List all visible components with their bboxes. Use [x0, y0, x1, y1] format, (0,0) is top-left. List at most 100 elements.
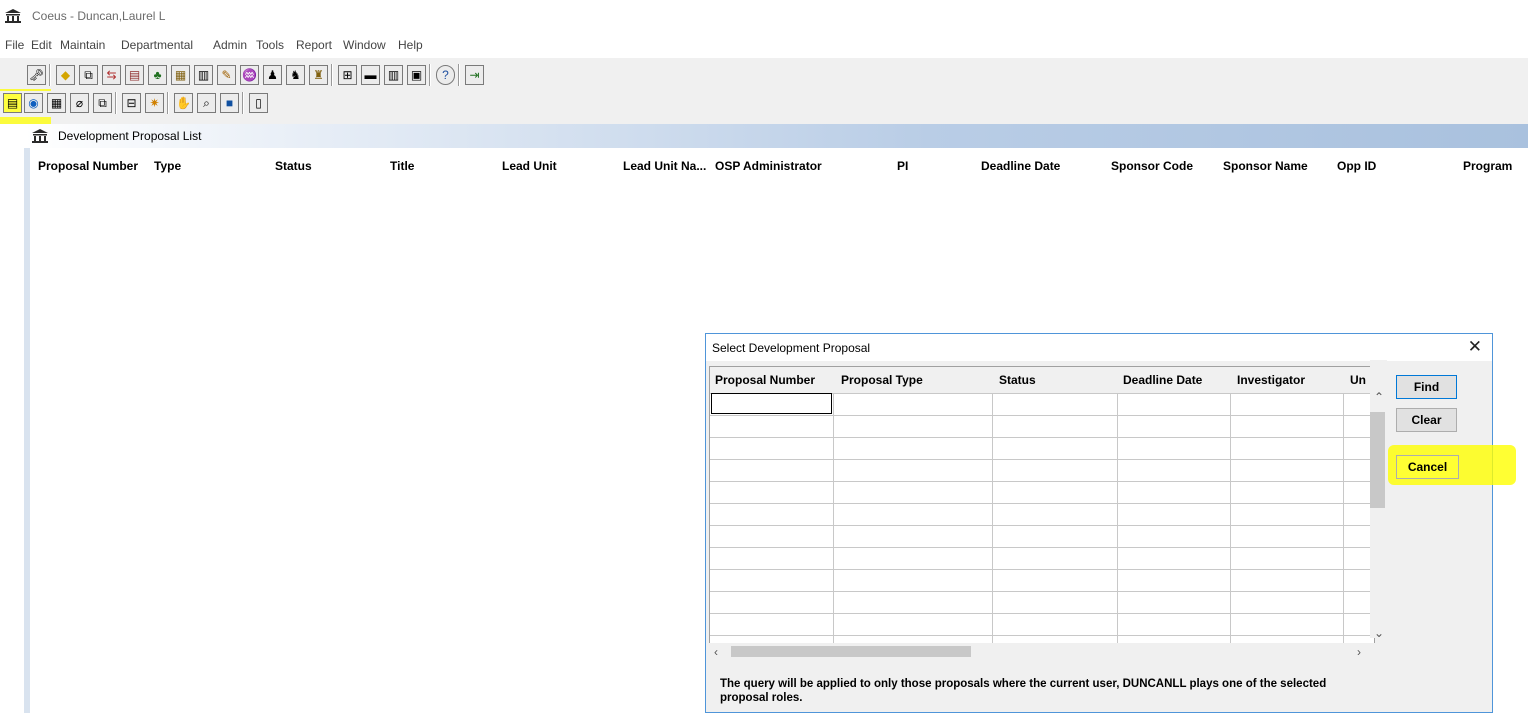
column-title[interactable]: Title	[390, 159, 414, 173]
proposal-list-titlebar: Development Proposal List	[24, 124, 1528, 148]
grid-row[interactable]	[710, 503, 1370, 525]
toolbar-button-4[interactable]: ⇆	[102, 65, 121, 85]
exit-icon[interactable]: ⇥	[465, 65, 484, 85]
close-window-icon[interactable]: ▯	[249, 93, 268, 113]
scroll-right-icon[interactable]: ›	[1357, 645, 1361, 659]
proposal-list-title: Development Proposal List	[58, 129, 202, 143]
scroll-up-icon[interactable]: ⌃	[1374, 390, 1384, 404]
menu-report[interactable]: Report	[296, 38, 332, 52]
menu-departmental[interactable]: Departmental	[121, 38, 193, 52]
toolbar-button-12[interactable]: ♞	[286, 65, 305, 85]
horizontal-scroll-thumb[interactable]	[731, 646, 971, 657]
grid-row[interactable]	[710, 547, 1370, 569]
menu-edit[interactable]: Edit	[31, 38, 52, 52]
toolbar-button-10[interactable]: ♒	[240, 65, 259, 85]
toolbar-separator	[458, 64, 460, 86]
grid-row[interactable]	[710, 459, 1370, 481]
toolbar-button-2[interactable]: ◆	[56, 65, 75, 85]
toolbar-button-7[interactable]: ▦	[171, 65, 190, 85]
toolbar-separator	[167, 92, 169, 114]
grid-row[interactable]	[710, 613, 1370, 635]
close-icon[interactable]: ✕	[1468, 337, 1482, 357]
grid-column-deadline-date: Deadline Date	[1123, 373, 1203, 387]
grid-row[interactable]	[710, 481, 1370, 503]
select-proposal-dialog: Select Development Proposal ✕ Proposal N…	[705, 333, 1493, 713]
menu-maintain[interactable]: Maintain	[60, 38, 105, 52]
dialog-titlebar: Select Development Proposal ✕	[706, 334, 1492, 361]
toolbar-button-16[interactable]: ▥	[384, 65, 403, 85]
copy-icon[interactable]: ⧉	[93, 93, 112, 113]
display-icon[interactable]: ▦	[47, 93, 66, 113]
menu-tools[interactable]: Tools	[256, 38, 284, 52]
grid-column-proposal-number: Proposal Number	[715, 373, 816, 387]
window-titlebar: Coeus - Duncan,Laurel L	[0, 0, 1528, 34]
toolbar-button-8[interactable]: ▥	[194, 65, 213, 85]
grid-column-unit: Un	[1350, 373, 1366, 387]
eraser-icon[interactable]: ⌀	[70, 93, 89, 113]
secondary-toolbar: ▤ ◉ ▦ ⌀ ⧉ ⊟ ✷ ✋ ⌕ ■ ▯	[0, 91, 1528, 117]
proposal-number-input[interactable]	[711, 393, 832, 414]
toolbar-button-14[interactable]: ⊞	[338, 65, 357, 85]
horizontal-scrollbar[interactable]: ‹ ›	[709, 643, 1375, 660]
grid-column-proposal-type: Proposal Type	[841, 373, 923, 387]
menu-window[interactable]: Window	[343, 38, 386, 52]
clear-button[interactable]: Clear	[1396, 408, 1457, 432]
toolbar-separator	[331, 64, 333, 86]
search-icon[interactable]: ⌕	[197, 93, 216, 113]
grid-row[interactable]	[710, 415, 1370, 437]
toolbar-separator	[429, 64, 431, 86]
scroll-left-icon[interactable]: ‹	[714, 645, 718, 659]
window-title: Coeus - Duncan,Laurel L	[32, 9, 166, 23]
menu-admin[interactable]: Admin	[213, 38, 247, 52]
column-pi[interactable]: PI	[897, 159, 908, 173]
find-button[interactable]: Find	[1396, 375, 1457, 399]
column-status[interactable]: Status	[275, 159, 312, 173]
toolbar-button-15[interactable]: ▬	[361, 65, 380, 85]
save-icon[interactable]: ■	[220, 93, 239, 113]
query-notice: The query will be applied to only those …	[720, 678, 1327, 704]
attachment-icon[interactable]: ✋	[174, 93, 193, 113]
grid-row[interactable]	[710, 437, 1370, 459]
approve-icon[interactable]: ✷	[145, 93, 164, 113]
column-sponsor-name[interactable]: Sponsor Name	[1223, 159, 1308, 173]
help-icon[interactable]: ?	[436, 65, 455, 85]
search-criteria-grid: Proposal Number Proposal Type Status Dea…	[709, 366, 1375, 644]
cancel-button[interactable]: Cancel	[1396, 455, 1459, 479]
toolbar-button-3[interactable]: ⧉	[79, 65, 98, 85]
column-lead-unit[interactable]: Lead Unit	[502, 159, 557, 173]
column-type[interactable]: Type	[154, 159, 181, 173]
menu-file[interactable]: File	[5, 38, 24, 52]
proposal-list-header: Proposal Number Type Status Title Lead U…	[30, 150, 1528, 180]
column-opp-id[interactable]: Opp ID	[1337, 159, 1376, 173]
grid-row[interactable]	[710, 569, 1370, 591]
column-deadline-date[interactable]: Deadline Date	[981, 159, 1060, 173]
notepad-icon[interactable]: ⊟	[122, 93, 141, 113]
column-osp-administrator[interactable]: OSP Administrator	[715, 159, 822, 173]
toolbar-separator	[115, 92, 117, 114]
vertical-scroll-thumb[interactable]	[1370, 412, 1385, 508]
column-proposal-number[interactable]: Proposal Number	[38, 159, 138, 173]
toolbar-separator	[242, 92, 244, 114]
toolbar-button-11[interactable]: ♟	[263, 65, 282, 85]
toolbar-button-5[interactable]: ▤	[125, 65, 144, 85]
main-toolbar: 🗝 ◆ ⧉ ⇆ ▤ ♣ ▦ ▥ ✎ ♒ ♟ ♞ ♜ ⊞ ▬ ▥ ▣ ? ⇥	[0, 63, 1528, 89]
grid-column-status: Status	[999, 373, 1036, 387]
toolbar-button-13[interactable]: ♜	[309, 65, 328, 85]
new-proposal-icon[interactable]: ▤	[3, 93, 22, 113]
column-sponsor-code[interactable]: Sponsor Code	[1111, 159, 1193, 173]
left-gutter	[0, 124, 24, 713]
edit-icon[interactable]: ◉	[24, 93, 43, 113]
dialog-title: Select Development Proposal	[712, 341, 871, 355]
column-program[interactable]: Program	[1463, 159, 1512, 173]
toolbar-button-9[interactable]: ✎	[217, 65, 236, 85]
toolbar-button-6[interactable]: ♣	[148, 65, 167, 85]
toolbar-button-1[interactable]: 🗝	[27, 65, 46, 85]
grid-header: Proposal Number Proposal Type Status Dea…	[710, 367, 1374, 393]
menu-help[interactable]: Help	[398, 38, 423, 52]
column-lead-unit-name[interactable]: Lead Unit Na...	[623, 159, 706, 173]
grid-column-investigator: Investigator	[1237, 373, 1306, 387]
grid-row[interactable]	[710, 591, 1370, 613]
grid-row[interactable]	[710, 525, 1370, 547]
scroll-down-icon[interactable]: ⌄	[1374, 626, 1384, 640]
toolbar-button-17[interactable]: ▣	[407, 65, 426, 85]
